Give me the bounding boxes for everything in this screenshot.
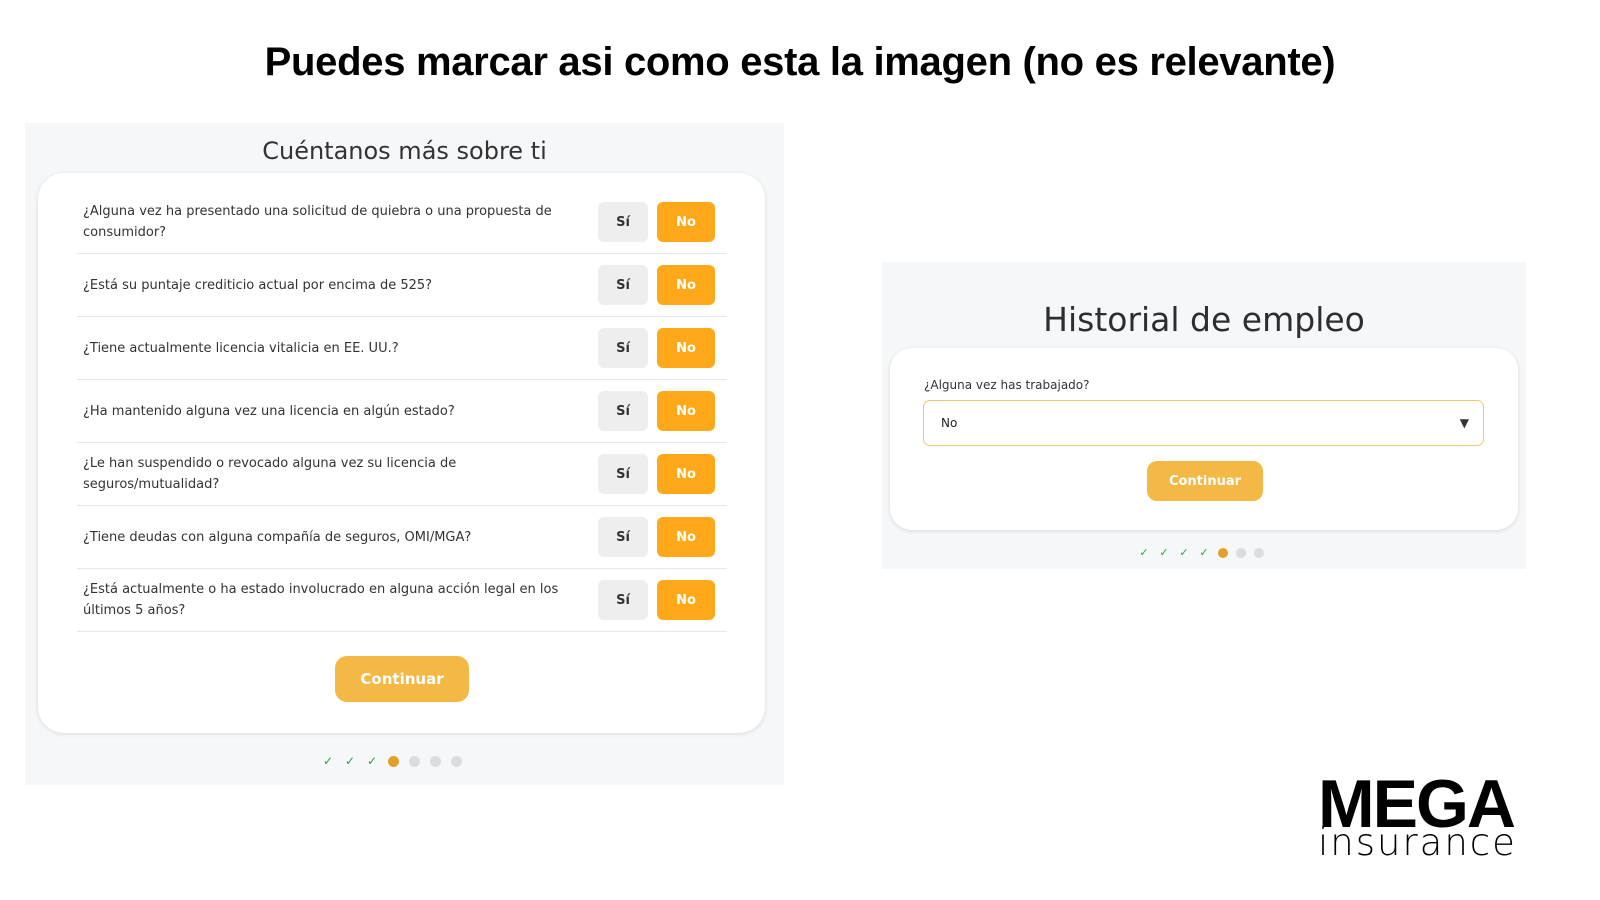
yes-button[interactable]: Sí (598, 454, 648, 494)
pending-step-dot (430, 755, 441, 767)
answer-buttons: Sí No (598, 265, 715, 305)
answer-buttons: Sí No (598, 391, 715, 431)
caret-down-icon: ▼ (1459, 416, 1469, 430)
question-text: ¿Tiene actualmente licencia vitalicia en… (83, 340, 399, 356)
question-row: ¿Tiene deudas con alguna compañía de seg… (77, 506, 727, 569)
current-step-dot (388, 755, 399, 767)
yes-button[interactable]: Sí (598, 265, 648, 305)
question-list: ¿Alguna vez ha presentado una solicitud … (77, 191, 727, 632)
right-form-panel: Historial de empleo ¿Alguna vez has trab… (882, 262, 1526, 569)
mega-insurance-logo: MEGA insurance (1318, 770, 1538, 864)
left-form-card: ¿Alguna vez ha presentado una solicitud … (38, 173, 765, 733)
no-button[interactable]: No (657, 202, 715, 242)
worked-field-label: ¿Alguna vez has trabajado? (924, 378, 1090, 392)
check-icon: ✓ (1159, 546, 1169, 559)
question-row: ¿Está actualmente o ha estado involucrad… (77, 569, 727, 632)
answer-buttons: Sí No (598, 202, 715, 242)
answer-buttons: Sí No (598, 454, 715, 494)
pending-step-dot (1254, 547, 1264, 558)
no-button[interactable]: No (657, 454, 715, 494)
continue-button[interactable]: Continuar (1147, 461, 1263, 501)
no-button[interactable]: No (657, 517, 715, 557)
pending-step-dot (451, 755, 462, 767)
pending-step-dot (1236, 547, 1246, 558)
question-text: ¿Tiene deudas con alguna compañía de seg… (83, 529, 472, 545)
worked-select[interactable]: No ▼ (923, 400, 1484, 446)
logo-wordmark-bottom: insurance (1318, 821, 1517, 864)
answer-buttons: Sí No (598, 517, 715, 557)
pending-step-dot (409, 755, 420, 767)
step-progress: ✓ ✓ ✓ ✓ (1138, 546, 1264, 559)
no-button[interactable]: No (657, 328, 715, 368)
yes-button[interactable]: Sí (598, 391, 648, 431)
step-progress: ✓ ✓ ✓ (322, 754, 462, 768)
yes-button[interactable]: Sí (598, 328, 648, 368)
select-value: No (941, 416, 958, 430)
left-form-panel: Cuéntanos más sobre ti ¿Alguna vez ha pr… (25, 123, 784, 785)
question-row: ¿Está su puntaje crediticio actual por e… (77, 254, 727, 317)
question-text: ¿Ha mantenido alguna vez una licencia en… (83, 403, 455, 419)
question-text: ¿Le han suspendido o revocado alguna vez… (83, 456, 457, 492)
yes-button[interactable]: Sí (598, 580, 648, 620)
answer-buttons: Sí No (598, 328, 715, 368)
question-row: ¿Alguna vez ha presentado una solicitud … (77, 191, 727, 254)
check-icon: ✓ (322, 754, 334, 768)
question-row: ¿Tiene actualmente licencia vitalicia en… (77, 317, 727, 380)
check-icon: ✓ (366, 754, 378, 768)
yes-button[interactable]: Sí (598, 202, 648, 242)
question-row: ¿Le han suspendido o revocado alguna vez… (77, 443, 727, 506)
answer-buttons: Sí No (598, 580, 715, 620)
check-icon: ✓ (1199, 546, 1209, 559)
no-button[interactable]: No (657, 580, 715, 620)
question-text: ¿Está su puntaje crediticio actual por e… (83, 277, 433, 293)
continue-button[interactable]: Continuar (335, 656, 469, 702)
yes-button[interactable]: Sí (598, 517, 648, 557)
question-row: ¿Ha mantenido alguna vez una licencia en… (77, 380, 727, 443)
question-text: ¿Alguna vez ha presentado una solicitud … (83, 204, 552, 240)
check-icon: ✓ (344, 754, 356, 768)
current-step-dot (1218, 547, 1228, 558)
no-button[interactable]: No (657, 391, 715, 431)
slide-title: Puedes marcar asi como esta la imagen (n… (264, 40, 1336, 84)
left-form-heading: Cuéntanos más sobre ti (262, 137, 547, 165)
right-form-card: ¿Alguna vez has trabajado? No ▼ Continua… (890, 348, 1518, 530)
question-text: ¿Está actualmente o ha estado involucrad… (83, 582, 559, 618)
check-icon: ✓ (1179, 546, 1189, 559)
check-icon: ✓ (1139, 546, 1149, 559)
no-button[interactable]: No (657, 265, 715, 305)
right-form-heading: Historial de empleo (1043, 300, 1365, 339)
